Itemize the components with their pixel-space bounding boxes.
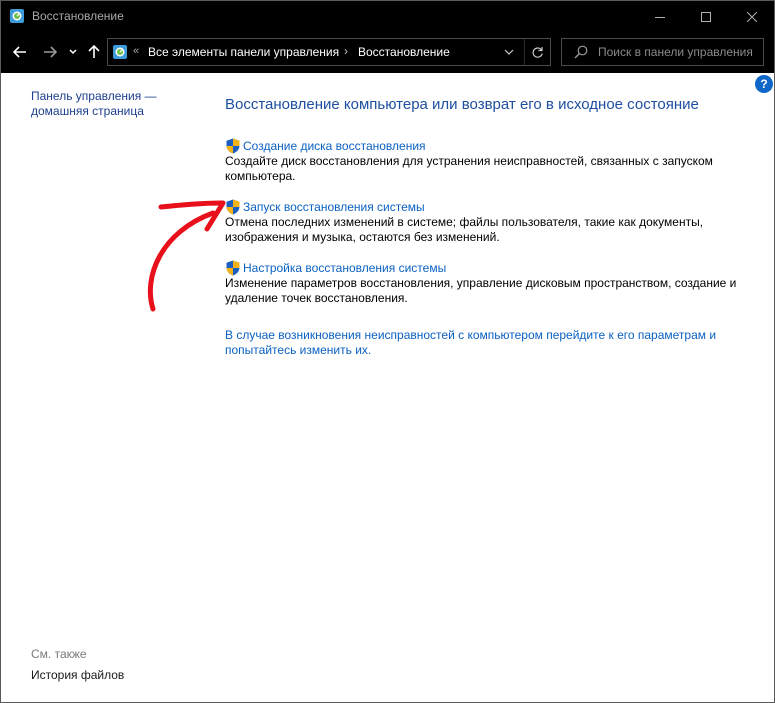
title-bar: Восстановление (1, 1, 774, 32)
close-button[interactable] (729, 1, 774, 32)
page-title: Восстановление компьютера или возврат ег… (225, 96, 699, 113)
maximize-icon (701, 11, 711, 22)
search-icon (574, 45, 588, 59)
breadcrumb-separator-icon[interactable]: › (344, 44, 348, 58)
control-panel-recovery-icon (10, 9, 24, 23)
control-panel-recovery-icon (113, 45, 127, 59)
chevron-down-icon (504, 49, 514, 55)
arrow-right-icon (44, 46, 57, 58)
configure-system-restore-link[interactable]: Настройка восстановления системы (243, 261, 446, 275)
minimize-icon (655, 16, 665, 18)
breadcrumb-recovery[interactable]: Восстановление (358, 45, 450, 59)
uac-shield-icon (226, 138, 240, 154)
recovery-window: Восстановление « Все элементы панели упр… (0, 0, 775, 703)
help-icon[interactable]: ? (755, 75, 773, 93)
arrow-up-icon (88, 45, 100, 58)
forward-button[interactable] (37, 39, 63, 65)
window-title: Восстановление (32, 9, 124, 23)
breadcrumb-control-panel-items[interactable]: Все элементы панели управления (148, 45, 339, 59)
search-box[interactable] (561, 38, 764, 66)
arrow-left-icon (13, 46, 26, 58)
create-recovery-drive-description: Создайте диск восстановления для устране… (225, 154, 713, 183)
up-button[interactable] (83, 39, 105, 65)
minimize-button[interactable] (637, 1, 683, 32)
see-also-heading: См. также (31, 647, 87, 661)
refresh-button[interactable] (524, 39, 550, 65)
reset-pc-settings-link[interactable]: В случае возникновения неисправностей с … (225, 328, 740, 358)
maximize-button[interactable] (683, 1, 729, 32)
recent-locations-button[interactable] (65, 39, 81, 65)
navigation-bar: « Все элементы панели управления › Восст… (1, 32, 774, 73)
control-panel-home-link[interactable]: Панель управления — домашняя страница (31, 89, 181, 119)
configure-system-restore-description: Изменение параметров восстановления, упр… (225, 276, 737, 305)
close-icon (747, 11, 757, 22)
open-system-restore-description: Отмена последних изменений в системе; фа… (225, 215, 704, 244)
search-input[interactable] (598, 43, 763, 61)
chevron-down-icon (69, 49, 77, 55)
annotation-arrow-icon (147, 200, 226, 312)
address-bar[interactable]: « Все элементы панели управления › Восст… (107, 38, 551, 66)
refresh-icon (532, 46, 543, 58)
back-button[interactable] (7, 39, 33, 65)
create-recovery-drive-link[interactable]: Создание диска восстановления (243, 139, 426, 153)
open-system-restore-link[interactable]: Запуск восстановления системы (243, 200, 425, 214)
file-history-link[interactable]: История файлов (31, 668, 124, 682)
breadcrumb-overflow-icon[interactable]: « (133, 45, 139, 57)
address-dropdown-button[interactable] (497, 39, 521, 65)
